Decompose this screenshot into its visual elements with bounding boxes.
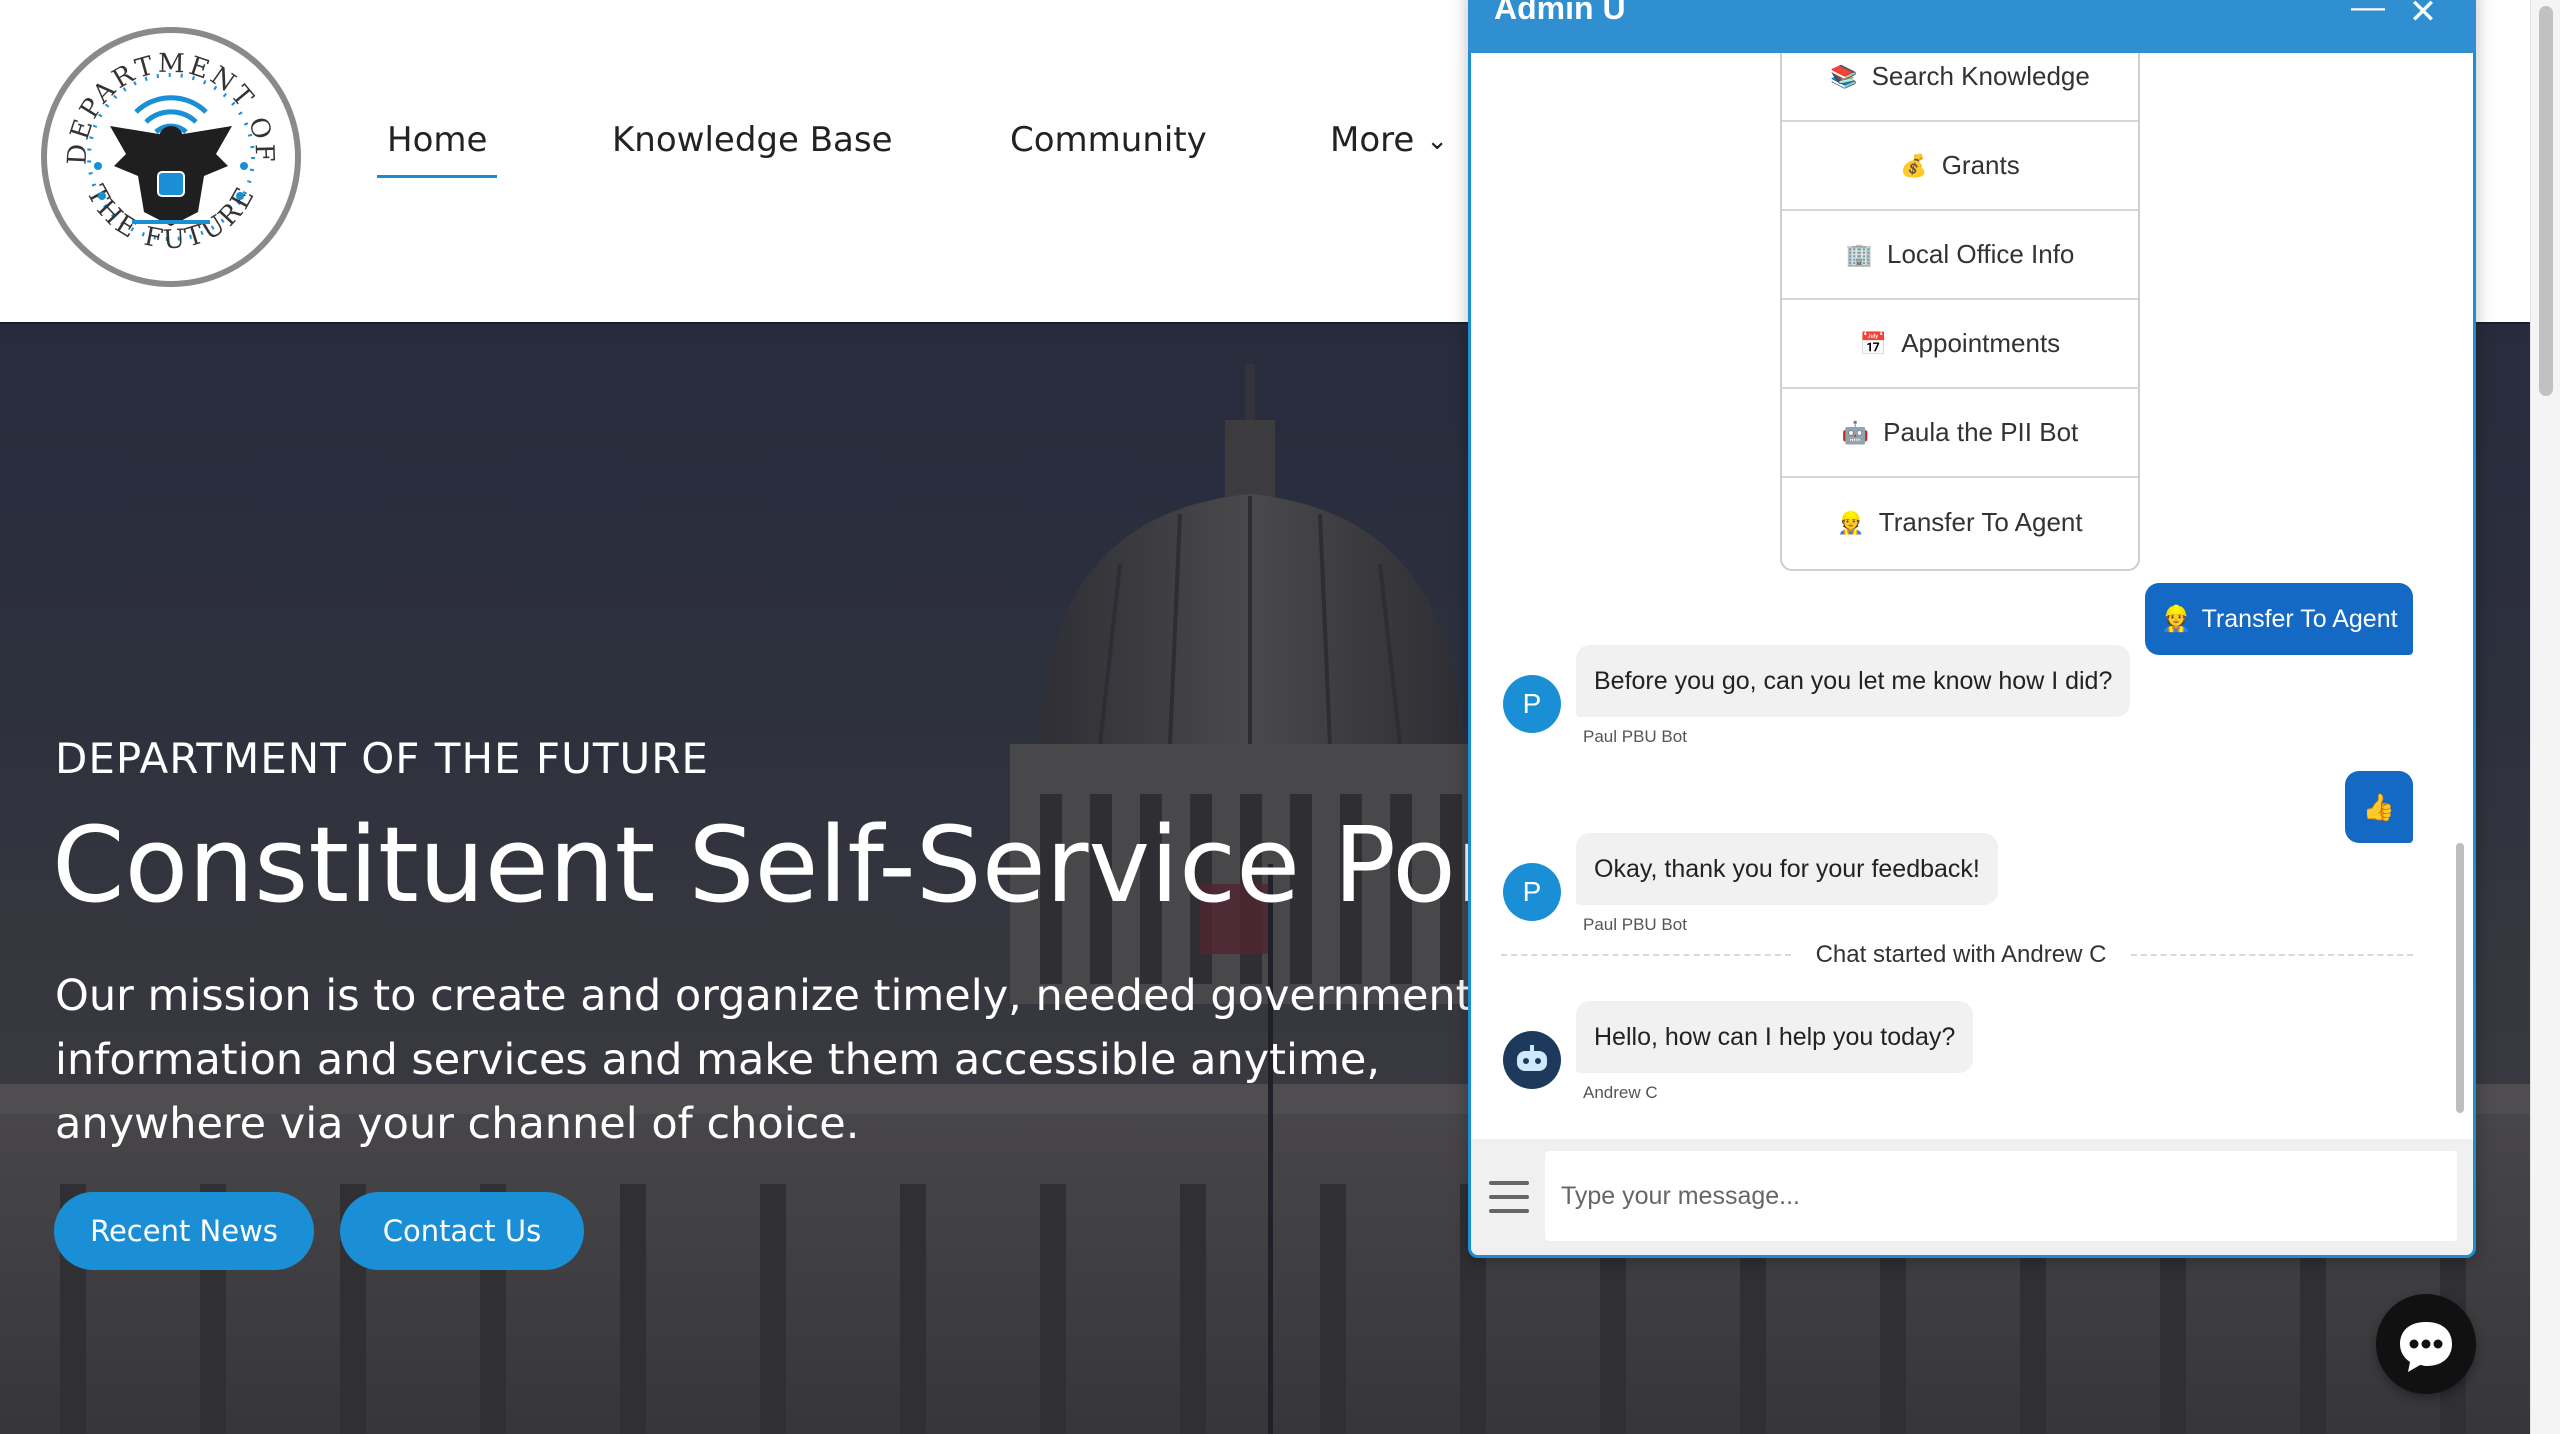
chat-scrollbar[interactable] [2453, 53, 2467, 1139]
menu-item-label: Paula the PII Bot [1883, 417, 2079, 447]
chat-started-divider: Chat started with Andrew C [1501, 939, 2413, 969]
message-sender: Paul PBU Bot [1583, 727, 1687, 746]
chat-header: Admin U — ✕ [1468, 0, 2476, 53]
nav-home[interactable]: Home [376, 120, 498, 178]
robot-icon [1517, 1045, 1547, 1071]
quick-reply-menu: 📚 Search Knowledge 💰 Grants 🏢 Local Offi… [1780, 53, 2140, 571]
divider-label: Chat started with Andrew C [1796, 941, 2126, 969]
chat-footer [1471, 1139, 2473, 1255]
chat-scroll-thumb[interactable] [2456, 843, 2464, 1113]
page-scrollbar[interactable] [2530, 0, 2560, 1434]
menu-item-paula-pii-bot[interactable]: 🤖 Paula the PII Bot [1782, 389, 2138, 478]
menu-item-label: Local Office Info [1886, 239, 2075, 269]
message-text: Transfer To Agent [2201, 604, 2398, 633]
calendar-icon: 📅 [1859, 330, 1888, 356]
user-message: 👷 Transfer To Agent [2145, 583, 2413, 655]
menu-item-grants[interactable]: 💰 Grants [1782, 122, 2138, 211]
chat-transcript[interactable]: 📚 Search Knowledge 💰 Grants 🏢 Local Offi… [1471, 53, 2473, 1139]
menu-item-transfer-to-agent[interactable]: 👷 Transfer To Agent [1782, 478, 2138, 567]
agent-icon: 👷 [2160, 604, 2192, 633]
menu-item-local-office-info[interactable]: 🏢 Local Office Info [1782, 211, 2138, 300]
department-seal-logo[interactable]: DEPARTMENT OF THE FUTURE [40, 26, 302, 288]
recent-news-button[interactable]: Recent News [54, 1192, 314, 1270]
menu-item-search-knowledge[interactable]: 📚 Search Knowledge [1782, 53, 2138, 122]
money-bag-icon: 💰 [1900, 152, 1928, 178]
robot-icon: 🤖 [1841, 419, 1870, 445]
books-icon: 📚 [1830, 63, 1858, 89]
menu-item-label: Transfer To Agent [1878, 507, 2083, 537]
avatar: P [1503, 675, 1561, 733]
hero-title: Constituent Self-Service Portal [52, 804, 1633, 926]
agent-message: Hello, how can I help you today? [1576, 1001, 1974, 1073]
nav-knowledge-base[interactable]: Knowledge Base [612, 120, 893, 160]
message-sender: Paul PBU Bot [1583, 915, 1687, 934]
menu-item-label: Grants [1941, 150, 2020, 180]
bot-message: Okay, thank you for your feedback! [1576, 833, 1998, 905]
hero-kicker: DEPARTMENT OF THE FUTURE [55, 734, 709, 783]
chat-message-input[interactable] [1545, 1151, 2457, 1241]
chat-bubble-icon [2400, 1322, 2452, 1372]
thumbs-up-icon: 👍 [2362, 791, 2396, 822]
contact-us-button[interactable]: Contact Us [340, 1192, 584, 1270]
chat-launcher-button[interactable] [2376, 1294, 2476, 1394]
office-building-icon: 🏢 [1845, 241, 1873, 267]
nav-more-label: More [1330, 120, 1415, 160]
agent-avatar [1503, 1031, 1561, 1089]
nav-community[interactable]: Community [1010, 120, 1207, 160]
chat-title: Admin U [1494, 0, 1626, 26]
eagle-seal-icon: DEPARTMENT OF THE FUTURE [41, 27, 301, 287]
menu-item-label: Appointments [1901, 328, 2061, 358]
agent-icon: 👷 [1837, 509, 1865, 535]
close-icon[interactable]: ✕ [2403, 0, 2443, 38]
bot-message: Before you go, can you let me know how I… [1576, 645, 2131, 717]
user-message: 👍 [2345, 771, 2413, 843]
nav-more[interactable]: More ⌄ [1330, 120, 1448, 160]
page-scroll-thumb[interactable] [2539, 6, 2553, 396]
chevron-down-icon: ⌄ [1426, 126, 1449, 156]
menu-item-appointments[interactable]: 📅 Appointments [1782, 300, 2138, 389]
menu-icon[interactable] [1489, 1181, 1529, 1215]
hero-description: Our mission is to create and organize ti… [55, 971, 1473, 1149]
minimize-icon[interactable]: — [2348, 0, 2388, 38]
menu-item-label: Search Knowledge [1871, 61, 2090, 91]
avatar: P [1503, 863, 1561, 921]
message-sender: Andrew C [1583, 1083, 1658, 1102]
chat-widget: Admin U — ✕ 📚 Search Knowledge 💰 Grants … [1468, 0, 2476, 1258]
